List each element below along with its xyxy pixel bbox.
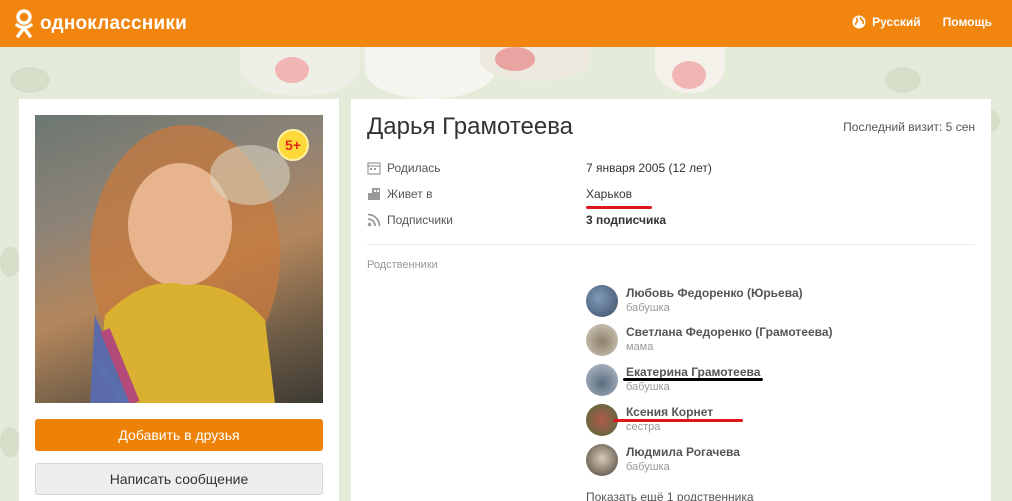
- globe-icon: [852, 15, 866, 29]
- profile-name: Дарья Грамотеева: [367, 113, 574, 140]
- lives-value[interactable]: Харьков: [586, 187, 632, 201]
- lives-label: Живет в: [387, 187, 433, 201]
- info-subscribers-label: Подписчики: [367, 211, 453, 229]
- relative-role: сестра: [626, 421, 661, 433]
- rss-icon: [367, 213, 381, 227]
- calendar-icon: [367, 162, 381, 175]
- avatar: [586, 364, 618, 396]
- red-underline-mark: [586, 206, 652, 209]
- language-label: Русский: [872, 15, 921, 29]
- logo-text: одноклассники: [40, 13, 187, 34]
- relative-role: бабушка: [626, 461, 670, 473]
- profile-sidebar: 5+ Добавить в друзья Написать сообщение: [19, 99, 339, 501]
- send-message-button[interactable]: Написать сообщение: [35, 463, 323, 495]
- ok-logo-icon: [15, 9, 33, 38]
- profile-photo-image: [90, 125, 290, 403]
- born-label: Родилась: [387, 161, 441, 175]
- relative-name[interactable]: Светлана Федоренко (Грамотеева): [626, 325, 833, 340]
- add-friend-button[interactable]: Добавить в друзья: [35, 419, 323, 451]
- profile-main: Дарья Грамотеева Последний визит: 5 сен …: [351, 99, 991, 501]
- top-bar: одноклассники Русский Помощь: [0, 0, 1012, 47]
- avatar: [586, 324, 618, 356]
- divider: [367, 244, 975, 245]
- relative-item[interactable]: Людмила Рогачева бабушка: [586, 443, 740, 477]
- help-link[interactable]: Помощь: [943, 15, 992, 29]
- relative-role: мама: [626, 341, 654, 353]
- show-more-relatives-link[interactable]: Показать ещё 1 родственника: [586, 490, 754, 501]
- red-underline-mark: [613, 419, 743, 422]
- age-rating-badge: 5+: [277, 129, 309, 161]
- subscribers-value[interactable]: 3 подписчика: [586, 213, 666, 227]
- relative-role: бабушка: [626, 381, 670, 393]
- language-selector[interactable]: Русский: [852, 15, 921, 29]
- relative-name[interactable]: Ксения Корнет: [626, 405, 713, 420]
- born-value: 7 января 2005 (12 лет): [586, 161, 712, 175]
- relative-role: бабушка: [626, 302, 670, 314]
- avatar: [586, 285, 618, 317]
- info-lives-label: Живет в: [367, 185, 433, 203]
- building-icon: [368, 188, 380, 200]
- info-born-label: Родилась: [367, 159, 441, 177]
- relative-name[interactable]: Любовь Федоренко (Юрьева): [626, 286, 803, 301]
- profile-photo[interactable]: 5+: [35, 115, 323, 403]
- black-underline-mark: [623, 378, 763, 381]
- avatar: [586, 444, 618, 476]
- last-visit: Последний визит: 5 сен: [843, 120, 975, 134]
- subscribers-label: Подписчики: [387, 213, 454, 227]
- relative-item[interactable]: Светлана Федоренко (Грамотеева) мама: [586, 323, 833, 357]
- logo[interactable]: одноклассники: [14, 9, 187, 39]
- relatives-title: Родственники: [367, 259, 438, 271]
- relative-item[interactable]: Любовь Федоренко (Юрьева) бабушка: [586, 284, 803, 318]
- relative-name[interactable]: Людмила Рогачева: [626, 445, 740, 460]
